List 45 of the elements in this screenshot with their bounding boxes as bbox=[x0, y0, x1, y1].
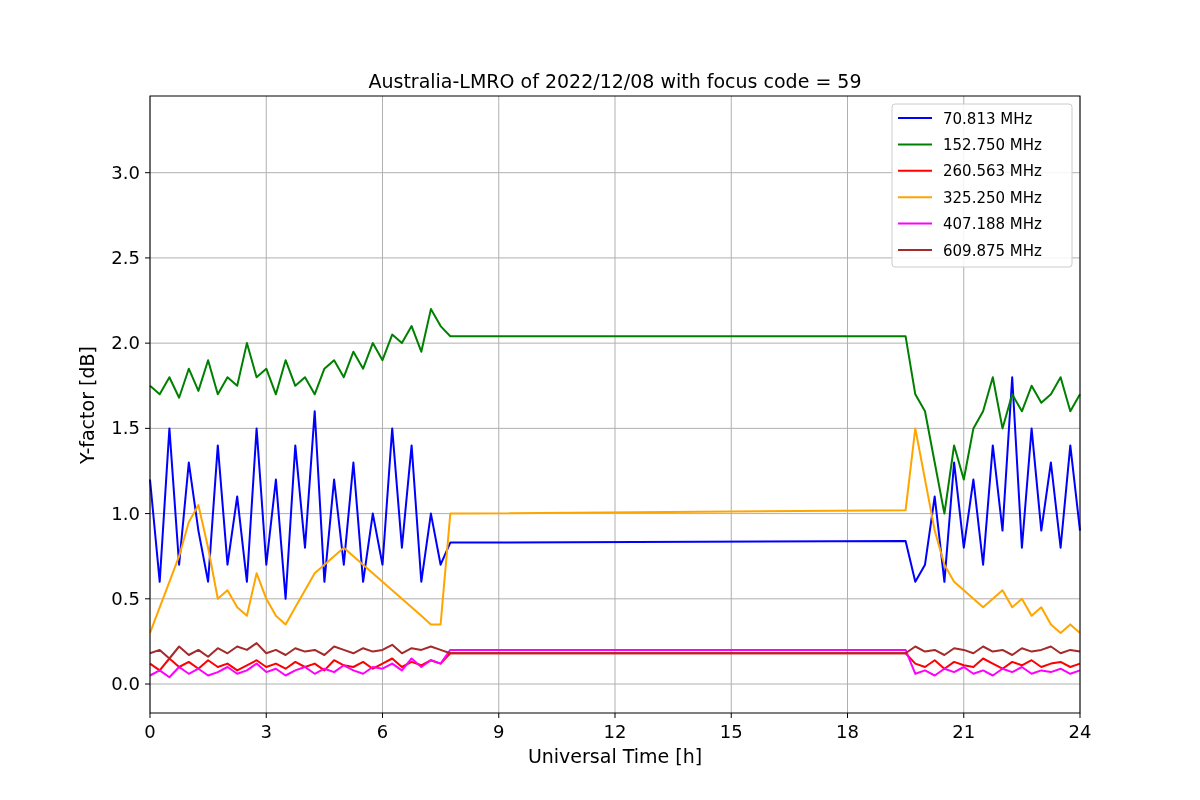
x-axis-label: Universal Time [h] bbox=[527, 745, 703, 767]
tick-mark bbox=[144, 172, 151, 174]
tick-label: 3.0 bbox=[111, 161, 140, 183]
tick-label: 9 bbox=[493, 721, 505, 742]
legend-label: 260.563 MHz bbox=[943, 162, 1042, 181]
tick-mark bbox=[144, 427, 151, 429]
legend-swatch bbox=[897, 143, 933, 146]
tick-mark bbox=[382, 712, 383, 719]
chart-title: Australia-LMRO of 2022/12/08 with focus code = 59 bbox=[368, 70, 862, 92]
tick-mark bbox=[963, 712, 965, 719]
legend-label: 325.250 MHz bbox=[943, 188, 1042, 207]
tick-label: 0.0 bbox=[111, 673, 140, 694]
tick-mark bbox=[1079, 712, 1081, 719]
tick-label: 1.5 bbox=[111, 417, 140, 439]
tick-label: 18 bbox=[836, 721, 859, 742]
tick-mark bbox=[614, 712, 616, 719]
tick-label: 1.0 bbox=[111, 502, 140, 524]
legend-swatch bbox=[897, 169, 933, 172]
tick-mark bbox=[149, 712, 151, 719]
tick-mark bbox=[265, 712, 267, 719]
legend-label: 407.188 MHz bbox=[943, 215, 1042, 234]
legend-label: 70.813 MHz bbox=[943, 109, 1033, 128]
tick-mark bbox=[144, 513, 151, 515]
tick-mark bbox=[847, 712, 848, 719]
tick-label: 3 bbox=[260, 721, 272, 742]
y-axis-label: Y-factor [dB] bbox=[76, 346, 98, 464]
tick-mark bbox=[144, 342, 151, 344]
tick-label: 21 bbox=[952, 721, 976, 742]
tick-mark bbox=[498, 712, 500, 719]
legend-swatch bbox=[897, 222, 933, 225]
tick-label: 0 bbox=[144, 721, 156, 742]
tick-label: 15 bbox=[719, 721, 743, 742]
legend-label: 152.750 MHz bbox=[943, 135, 1042, 154]
tick-mark bbox=[144, 257, 151, 259]
tick-label: 6 bbox=[376, 721, 389, 742]
tick-label: 2.5 bbox=[111, 246, 140, 268]
legend-swatch bbox=[897, 196, 933, 199]
tick-mark bbox=[730, 712, 732, 719]
tick-mark bbox=[144, 598, 151, 600]
tick-mark bbox=[144, 683, 151, 685]
tick-label: 12 bbox=[603, 721, 627, 742]
tick-label: 2.0 bbox=[111, 332, 140, 354]
legend-label: 609.875 MHz bbox=[943, 241, 1042, 260]
tick-label: 24 bbox=[1068, 721, 1092, 742]
tick-label: 0.5 bbox=[111, 587, 140, 609]
